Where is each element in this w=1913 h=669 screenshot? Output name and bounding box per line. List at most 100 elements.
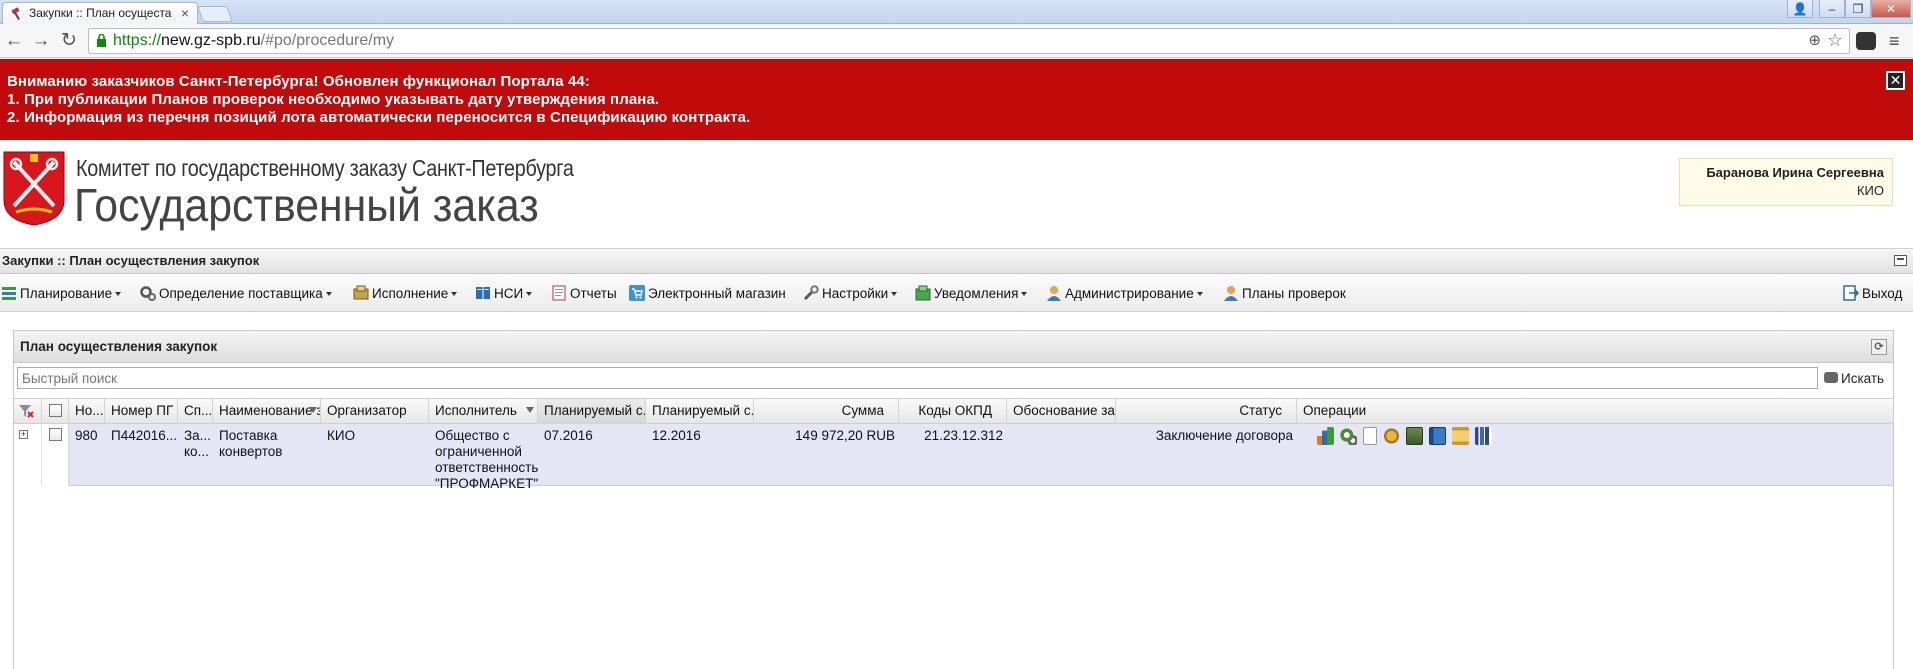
cell-line: Общество с: [435, 428, 510, 443]
column-header-pg-number[interactable]: Номер ПГ: [105, 399, 178, 424]
chart-icon[interactable]: [1317, 427, 1334, 445]
cart-icon: [629, 285, 645, 301]
column-header-planned-start[interactable]: Планируемый с...: [538, 399, 646, 424]
column-header-operations: Операции: [1303, 403, 1367, 418]
scroll-icon[interactable]: [1452, 427, 1469, 445]
panel-header: План осуществления закупок ⟳: [14, 331, 1893, 363]
row-operations: [1317, 427, 1498, 447]
search-button[interactable]: Искать: [1824, 368, 1884, 390]
zoom-icon[interactable]: ⊕: [1808, 29, 1821, 53]
menu-item-planning[interactable]: Планирование: [1, 284, 122, 304]
cell-method: За... ко...: [178, 428, 213, 460]
url-scheme: https://: [113, 32, 162, 49]
browser-tab[interactable]: Закупки :: План осущеста ×: [2, 2, 198, 24]
menu-label: Настройки: [822, 286, 889, 301]
execution-icon: [353, 285, 369, 300]
book-icon: [476, 287, 490, 299]
alert-line-1: Вниманию заказчиков Санкт-Петербурга! Об…: [7, 73, 590, 90]
lock-icon: [97, 34, 106, 47]
menu-item-notifications[interactable]: Уведомления: [915, 284, 1028, 304]
address-bar[interactable]: https://new.gz-spb.ru/#po/procedure/my ⊕…: [88, 28, 1850, 54]
alert-line-2: 1. При публикации Планов проверок необхо…: [7, 91, 660, 108]
books-icon[interactable]: [1475, 427, 1492, 445]
cell-line: ко...: [184, 444, 209, 459]
browser-menu-icon[interactable]: ≡: [1889, 31, 1900, 52]
menu-item-nsi[interactable]: НСИ: [475, 284, 533, 304]
forward-icon[interactable]: →: [29, 29, 53, 53]
column-header-method[interactable]: Сп...: [178, 399, 213, 424]
column-header-justification[interactable]: Обоснование за...: [1007, 399, 1116, 424]
chevron-down-icon: [115, 292, 122, 296]
column-header-planned-end[interactable]: Планируемый с...: [646, 399, 754, 424]
menu-label: Определение поставщика: [159, 286, 323, 301]
menu-item-admin[interactable]: Администрирование: [1046, 284, 1203, 304]
chevron-down-icon: [1196, 292, 1203, 296]
contract-icon[interactable]: [1406, 427, 1423, 445]
emblem-icon[interactable]: [1383, 427, 1400, 445]
menu-item-eshop[interactable]: Электронный магазин: [629, 284, 786, 304]
bookmark-star-icon[interactable]: ☆: [1827, 28, 1843, 52]
menu-item-execution[interactable]: Исполнение: [353, 284, 458, 304]
window-minimize-button[interactable]: –: [1819, 0, 1845, 18]
menu-item-settings[interactable]: Настройки: [803, 284, 898, 304]
refresh-icon[interactable]: ⟳: [1871, 339, 1887, 355]
select-all-checkbox[interactable]: [49, 404, 62, 417]
column-header-sum[interactable]: Сумма: [754, 399, 899, 424]
filter-icon[interactable]: [309, 407, 317, 413]
menu-label: Отчеты: [570, 286, 617, 301]
binoculars-icon: [1824, 372, 1838, 383]
clear-filter-icon: [19, 405, 34, 418]
cell-line: конвертов: [219, 444, 283, 459]
clear-filter-header[interactable]: [14, 399, 42, 424]
search-row: Искать: [14, 364, 1893, 394]
spb-coat-of-arms-logo[interactable]: [2, 150, 66, 226]
menu-item-supplier[interactable]: Определение поставщика: [140, 284, 332, 304]
alert-line-3: 2. Информация из перечня позиций лота ав…: [7, 109, 751, 126]
browser-tab-title: Закупки :: План осущеста: [29, 6, 172, 20]
alert-close-button[interactable]: ✕: [1886, 71, 1905, 90]
menu-label: Администрирование: [1065, 286, 1194, 301]
filter-icon[interactable]: [526, 407, 534, 413]
quick-search-input[interactable]: [17, 367, 1818, 389]
cell-planned-start: 07.2016: [544, 428, 593, 443]
row-checkbox[interactable]: [49, 428, 62, 441]
cell-line: Поставка: [219, 428, 278, 443]
chevron-down-icon: [451, 292, 458, 296]
window-user-icon[interactable]: 👤: [1787, 0, 1813, 18]
logout-button[interactable]: Выход: [1843, 284, 1902, 304]
extension-icon[interactable]: [1856, 32, 1876, 50]
column-header-organizer[interactable]: Организатор: [321, 399, 429, 424]
admin-user-icon: [1047, 286, 1061, 301]
user-info-box[interactable]: Баранова Ирина Сергеевна КИО: [1679, 158, 1893, 206]
chevron-down-icon: [1021, 292, 1028, 296]
inspection-user-icon: [1224, 286, 1238, 301]
column-header-name[interactable]: Наименование з...: [213, 399, 321, 424]
gears-icon: [140, 286, 156, 301]
cell-line: ответственностью: [435, 460, 538, 475]
column-header-number[interactable]: Но...: [69, 399, 105, 424]
document-icon[interactable]: [1363, 427, 1377, 445]
back-icon[interactable]: ←: [2, 29, 26, 53]
notebook-icon[interactable]: [1429, 427, 1446, 445]
reload-icon[interactable]: ↻: [57, 29, 81, 53]
chevron-down-icon: [526, 292, 533, 296]
user-organization: КИО: [1856, 183, 1884, 198]
collapse-header-icon[interactable]: [1894, 255, 1907, 266]
window-restore-button[interactable]: ❐: [1845, 0, 1871, 18]
menu-item-reports[interactable]: Отчеты: [551, 284, 617, 304]
row-controls: +: [14, 424, 69, 486]
cell-line: "ПРОФМАРКЕТ": [435, 476, 538, 491]
column-header-status[interactable]: Статус: [1116, 399, 1297, 424]
window-close-button[interactable]: ✕: [1871, 0, 1911, 18]
chevron-down-icon: [891, 292, 898, 296]
menu-label: Уведомления: [934, 286, 1019, 301]
column-header-executor[interactable]: Исполнитель: [429, 399, 538, 424]
new-tab-button[interactable]: [197, 6, 233, 22]
column-header-okpd[interactable]: Коды ОКПД: [899, 399, 1007, 424]
table-row[interactable]: + 980 П442016... За... ко... Поставка ко…: [14, 424, 1893, 491]
expand-row-icon[interactable]: +: [19, 430, 28, 439]
tab-close-icon[interactable]: ×: [181, 3, 189, 23]
gears-icon[interactable]: [1340, 427, 1357, 445]
menu-item-inspection-plans[interactable]: Планы проверок: [1223, 284, 1346, 304]
site-title: Государственный заказ: [74, 179, 539, 231]
